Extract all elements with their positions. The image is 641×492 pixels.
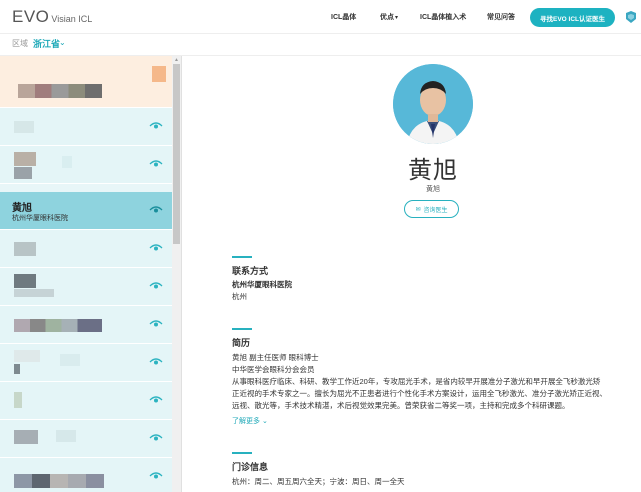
resume-line-4: 正近视的手术专家之一。擅长为屈光不正患者进行个性化手术方案设计，运用全飞秒激光、… [232, 389, 607, 398]
top-header: EVO Visian ICL ICL晶体 优点 ▾ ICL晶体植入术 常见问答 寻… [0, 0, 641, 34]
blurred-avatar [152, 66, 166, 82]
doctor-subtitle: 黄旭 [426, 186, 440, 193]
resume-line-3: 从事眼科医疗临床、科研、教学工作近20年，专攻屈光手术，是省内较早开展准分子激光… [232, 377, 601, 386]
contact-heading: 联系方式 [232, 266, 269, 276]
eye-icon[interactable] [149, 433, 163, 443]
chevron-down-icon: ▾ [395, 14, 399, 21]
blurred-block [60, 354, 80, 366]
resume-line-1: 黄旭 副主任医师 眼科博士 [232, 353, 319, 362]
contact-hospital: 杭州华厦眼科医院 [232, 280, 292, 289]
blurred-name [14, 152, 36, 166]
section-divider [232, 452, 252, 454]
consult-doctor-button[interactable]: ✉ 咨询医生 [404, 200, 459, 218]
blurred-name [14, 392, 22, 408]
schedule-text: 杭州：周二、周五周六全天；宁波：周日、周一全天 [232, 477, 405, 486]
eye-icon[interactable] [149, 243, 163, 253]
list-item[interactable] [0, 108, 172, 146]
blurred-block [56, 430, 76, 442]
list-item[interactable] [0, 268, 172, 306]
eye-icon[interactable] [149, 205, 163, 215]
nav-icl-surgery[interactable]: ICL晶体植入术 [420, 0, 466, 34]
blurred-block [62, 156, 72, 168]
blurred-name [14, 242, 36, 256]
blurred-name [14, 274, 36, 288]
eye-icon[interactable] [149, 281, 163, 291]
scrollbar-thumb[interactable] [173, 64, 180, 244]
blurred-hosp [14, 289, 54, 297]
blurred-hosp [14, 364, 20, 374]
list-item-active[interactable]: 黄旭 杭州华厦眼科医院 [0, 192, 172, 230]
section-divider [232, 256, 252, 258]
nav-icl-lens[interactable]: ICL晶体 [331, 0, 356, 34]
list-item[interactable] [0, 382, 172, 420]
blurred-name [14, 121, 34, 133]
blurred-name [18, 84, 102, 98]
scroll-up-arrow-icon[interactable]: ▲ [174, 57, 179, 63]
list-item[interactable] [0, 420, 172, 458]
blurred-name [14, 319, 102, 332]
section-divider [232, 328, 252, 330]
contact-city: 杭州 [232, 292, 247, 301]
region-bar: 区域 浙江省 ⌄ [0, 34, 641, 56]
eye-icon[interactable] [149, 159, 163, 169]
list-item[interactable] [0, 230, 172, 268]
resume-line-5: 远视、散光等，手术技术精湛，术后视觉效果完美。曾荣获省二等奖一项，主持和完成多个… [232, 401, 570, 410]
find-doctor-button[interactable]: 寻找EVO ICL认证医生 [530, 8, 615, 27]
schedule-heading: 门诊信息 [232, 462, 269, 472]
list-item[interactable] [0, 344, 172, 382]
chevron-down-icon: ⌄ [261, 418, 268, 425]
resume-heading: 简历 [232, 338, 251, 348]
nav-advantages[interactable]: 优点 ▾ [380, 0, 398, 34]
list-item[interactable] [0, 306, 172, 344]
doctor-name: 黄旭 [12, 203, 32, 214]
doctor-title: 黄旭 [408, 157, 458, 184]
mail-icon: ✉ [415, 206, 421, 213]
logo-sub: Visian ICL [51, 14, 93, 24]
blurred-name [14, 430, 38, 444]
blurred-name [14, 474, 104, 488]
logo-main: EVO [12, 7, 50, 26]
eye-icon[interactable] [149, 357, 163, 367]
doctor-hospital: 杭州华厦眼科医院 [12, 215, 68, 222]
nav-faq[interactable]: 常见问答 [487, 0, 515, 34]
eye-icon[interactable] [149, 121, 163, 131]
list-item[interactable] [0, 458, 172, 492]
blurred-name [14, 350, 40, 362]
region-label: 区域 [12, 39, 28, 48]
resume-line-2: 中华医学会眼科分会会员 [232, 365, 315, 374]
blurred-hosp [14, 167, 32, 179]
chevron-down-icon[interactable]: ⌄ [59, 38, 66, 47]
doctor-avatar [393, 64, 473, 144]
eye-icon[interactable] [149, 471, 163, 481]
doctor-list[interactable]: 黄旭 杭州华厦眼科医院 ▲ [0, 56, 182, 492]
flag-icon[interactable] [624, 10, 638, 24]
learn-more-link[interactable]: 了解更多 ⌄ [232, 416, 268, 426]
list-item[interactable] [0, 146, 172, 184]
evo-logo[interactable]: EVO Visian ICL [12, 7, 92, 27]
region-select[interactable]: 浙江省 [33, 37, 60, 50]
list-item[interactable] [0, 56, 172, 108]
eye-icon[interactable] [149, 395, 163, 405]
eye-icon[interactable] [149, 319, 163, 329]
